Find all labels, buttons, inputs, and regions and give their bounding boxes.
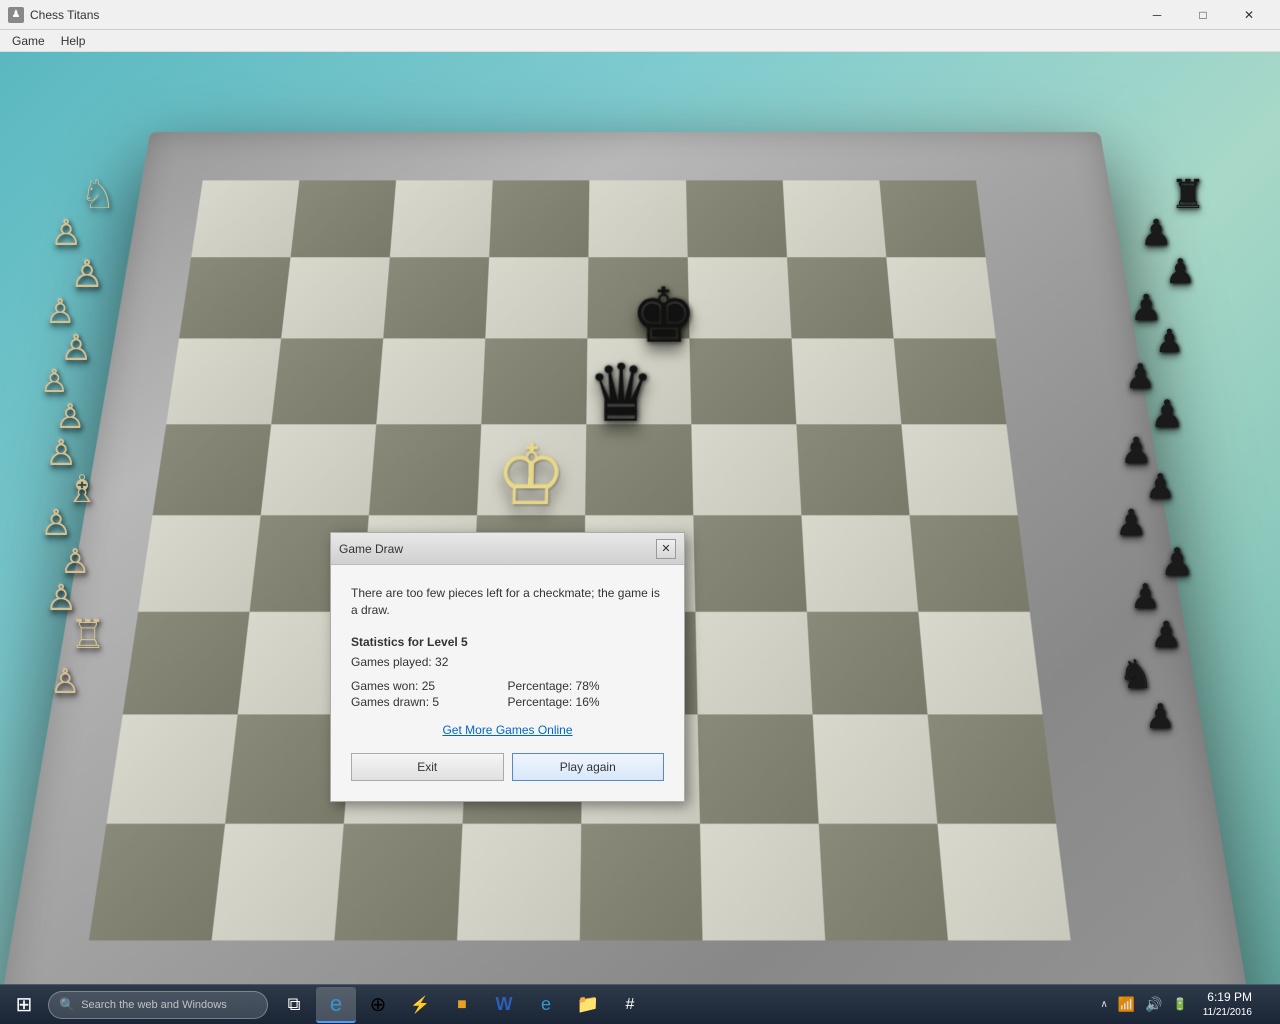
dialog-title-bar: Game Draw ✕ [331, 533, 684, 565]
exit-button[interactable]: Exit [351, 753, 504, 781]
play-again-button[interactable]: Play again [512, 753, 665, 781]
taskbar-ie[interactable]: e [526, 987, 566, 1023]
clock-time: 6:19 PM [1203, 989, 1252, 1006]
search-placeholder: Search the web and Windows [81, 999, 227, 1011]
taskbar-tray: ∧ 📶 🔊 🔋 6:19 PM 11/21/2016 [1098, 989, 1276, 1020]
taskbar-chrome[interactable]: ⊕ [358, 987, 398, 1023]
dialog-body: There are too few pieces left for a chec… [331, 565, 684, 801]
minimize-button[interactable]: ─ [1134, 0, 1180, 30]
get-more-games-link[interactable]: Get More Games Online [442, 723, 572, 737]
taskbar-edge[interactable]: e [316, 987, 356, 1023]
games-won-pct: Percentage: 78% [508, 679, 665, 693]
games-drawn-label: Games drawn: 5 [351, 695, 508, 709]
menu-help[interactable]: Help [53, 32, 94, 50]
dialog-stats-header: Statistics for Level 5 [351, 635, 664, 649]
taskbar-winamp[interactable]: ⚡ [400, 987, 440, 1023]
taskbar-calculator[interactable]: # [610, 987, 650, 1023]
taskbar-icons: ⧉ e ⊕ ⚡ ■ W e 📁 # [274, 987, 1098, 1023]
menu-bar: Game Help [0, 30, 1280, 52]
menu-game[interactable]: Game [4, 32, 53, 50]
clock-date: 11/21/2016 [1203, 1006, 1252, 1020]
dialog-overlay: Game Draw ✕ There are too few pieces lef… [0, 52, 1280, 1024]
app-icon: ♟ [8, 7, 24, 23]
taskbar-box[interactable]: ■ [442, 987, 482, 1023]
game-area: ♔ ♚ ♛ ♘ ♙ ♙ ♙ ♙ ♙ ♙ ♙ ♗ ♙ ♙ ♙ ♖ ♙ ♜ ♟ ♟ … [0, 52, 1280, 1024]
taskbar-word[interactable]: W [484, 987, 524, 1023]
taskbar: ⊞ 🔍 Search the web and Windows ⧉ e ⊕ ⚡ ■… [0, 984, 1280, 1024]
window-controls: ─ □ ✕ [1134, 0, 1272, 30]
taskbar-task-view[interactable]: ⧉ [274, 987, 314, 1023]
dialog-close-button[interactable]: ✕ [656, 539, 676, 559]
close-button[interactable]: ✕ [1226, 0, 1272, 30]
tray-volume[interactable]: 🔊 [1142, 996, 1165, 1013]
tray-network[interactable]: 📶 [1115, 996, 1138, 1013]
games-won-label: Games won: 25 [351, 679, 508, 693]
maximize-button[interactable]: □ [1180, 0, 1226, 30]
taskbar-files[interactable]: 📁 [568, 987, 608, 1023]
tray-battery[interactable]: 🔋 [1170, 997, 1191, 1011]
system-clock[interactable]: 6:19 PM 11/21/2016 [1195, 989, 1260, 1020]
title-bar: ♟ Chess Titans ─ □ ✕ [0, 0, 1280, 30]
dialog-games-played: Games played: 32 [351, 655, 664, 669]
windows-icon: ⊞ [16, 992, 33, 1017]
dialog-stats-grid: Games won: 25 Percentage: 78% Games draw… [351, 679, 664, 709]
dialog-buttons: Exit Play again [351, 753, 664, 789]
start-button[interactable]: ⊞ [4, 987, 44, 1023]
game-draw-dialog: Game Draw ✕ There are too few pieces lef… [330, 532, 685, 802]
dialog-link-area: Get More Games Online [351, 723, 664, 737]
dialog-title: Game Draw [339, 542, 403, 556]
tray-up-arrow[interactable]: ∧ [1098, 999, 1111, 1010]
search-bar[interactable]: 🔍 Search the web and Windows [48, 991, 268, 1019]
dialog-message: There are too few pieces left for a chec… [351, 585, 664, 619]
search-icon: 🔍 [59, 997, 75, 1013]
games-drawn-pct: Percentage: 16% [508, 695, 665, 709]
window-title: Chess Titans [30, 8, 1134, 22]
